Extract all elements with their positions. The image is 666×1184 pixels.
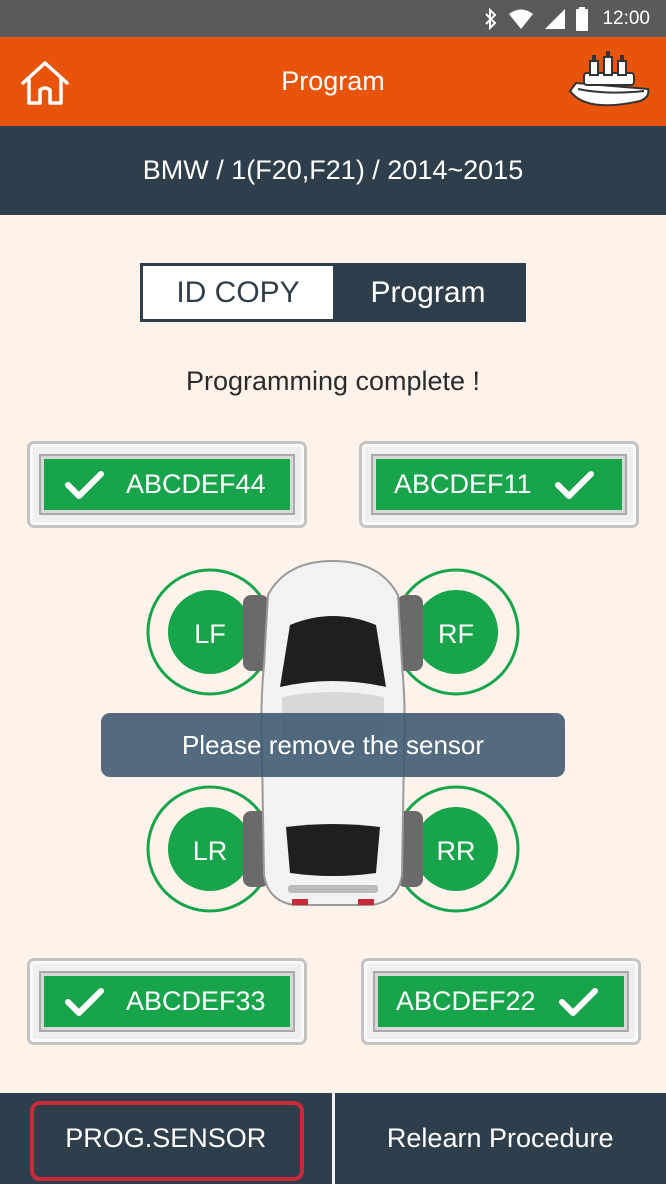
check-icon [65,470,104,499]
status-time: 12:00 [602,8,650,29]
sensor-id-text: ABCDEF11 [394,469,532,499]
programming-status: Programming complete ! [185,366,481,396]
sensor-id-panel: ABCDEF33 [39,971,295,1032]
bluetooth-icon [485,8,497,30]
wheel-label-rr: RR [437,836,476,866]
sensor-id-panel: ABCDEF11 [371,454,627,515]
check-icon [554,470,594,499]
app-bar: Program [0,37,666,126]
relearn-procedure-label: Relearn Procedure [386,1123,614,1153]
bottom-action-bar: PROG.SENSOR Relearn Procedure [0,1093,666,1184]
mode-toggle: ID COPY Program [140,263,526,322]
prog-sensor-button[interactable]: PROG.SENSOR [0,1093,332,1184]
relearn-procedure-button[interactable]: Relearn Procedure [335,1093,666,1184]
tpms-tool-icon[interactable] [566,51,652,115]
signal-icon [545,9,566,29]
wifi-icon [509,9,534,29]
check-icon [65,987,104,1016]
prog-sensor-label: PROG.SENSOR [65,1123,267,1153]
home-icon[interactable] [18,57,72,109]
sensor-id-text: ABCDEF44 [126,469,266,499]
tab-id-copy[interactable]: ID COPY [143,266,333,319]
sensor-id-text: ABCDEF33 [126,986,266,1016]
sensor-id-text: ABCDEF22 [396,986,536,1016]
toast-message: Please remove the sensor [101,713,565,777]
sensor-id-panel: ABCDEF22 [373,971,629,1032]
sensor-id-rear-right[interactable]: ABCDEF22 [361,958,641,1045]
tab-program[interactable]: Program [333,266,523,319]
sensor-id-front-right[interactable]: ABCDEF11 [359,441,639,528]
sensor-id-rear-left[interactable]: ABCDEF33 [27,958,307,1045]
sensor-id-panel: ABCDEF44 [39,454,295,515]
wheel-label-lf: LF [194,619,226,649]
check-icon [558,987,598,1016]
battery-icon [576,7,589,31]
status-icons: 12:00 [484,7,650,31]
status-bar: 12:00 [0,0,666,37]
sensor-id-front-left[interactable]: ABCDEF44 [27,441,307,528]
wheel-label-rf: RF [438,619,474,649]
vehicle-breadcrumb: BMW / 1(F20,F21) / 2014~2015 [0,126,666,215]
wheel-label-lr: LR [193,836,228,866]
